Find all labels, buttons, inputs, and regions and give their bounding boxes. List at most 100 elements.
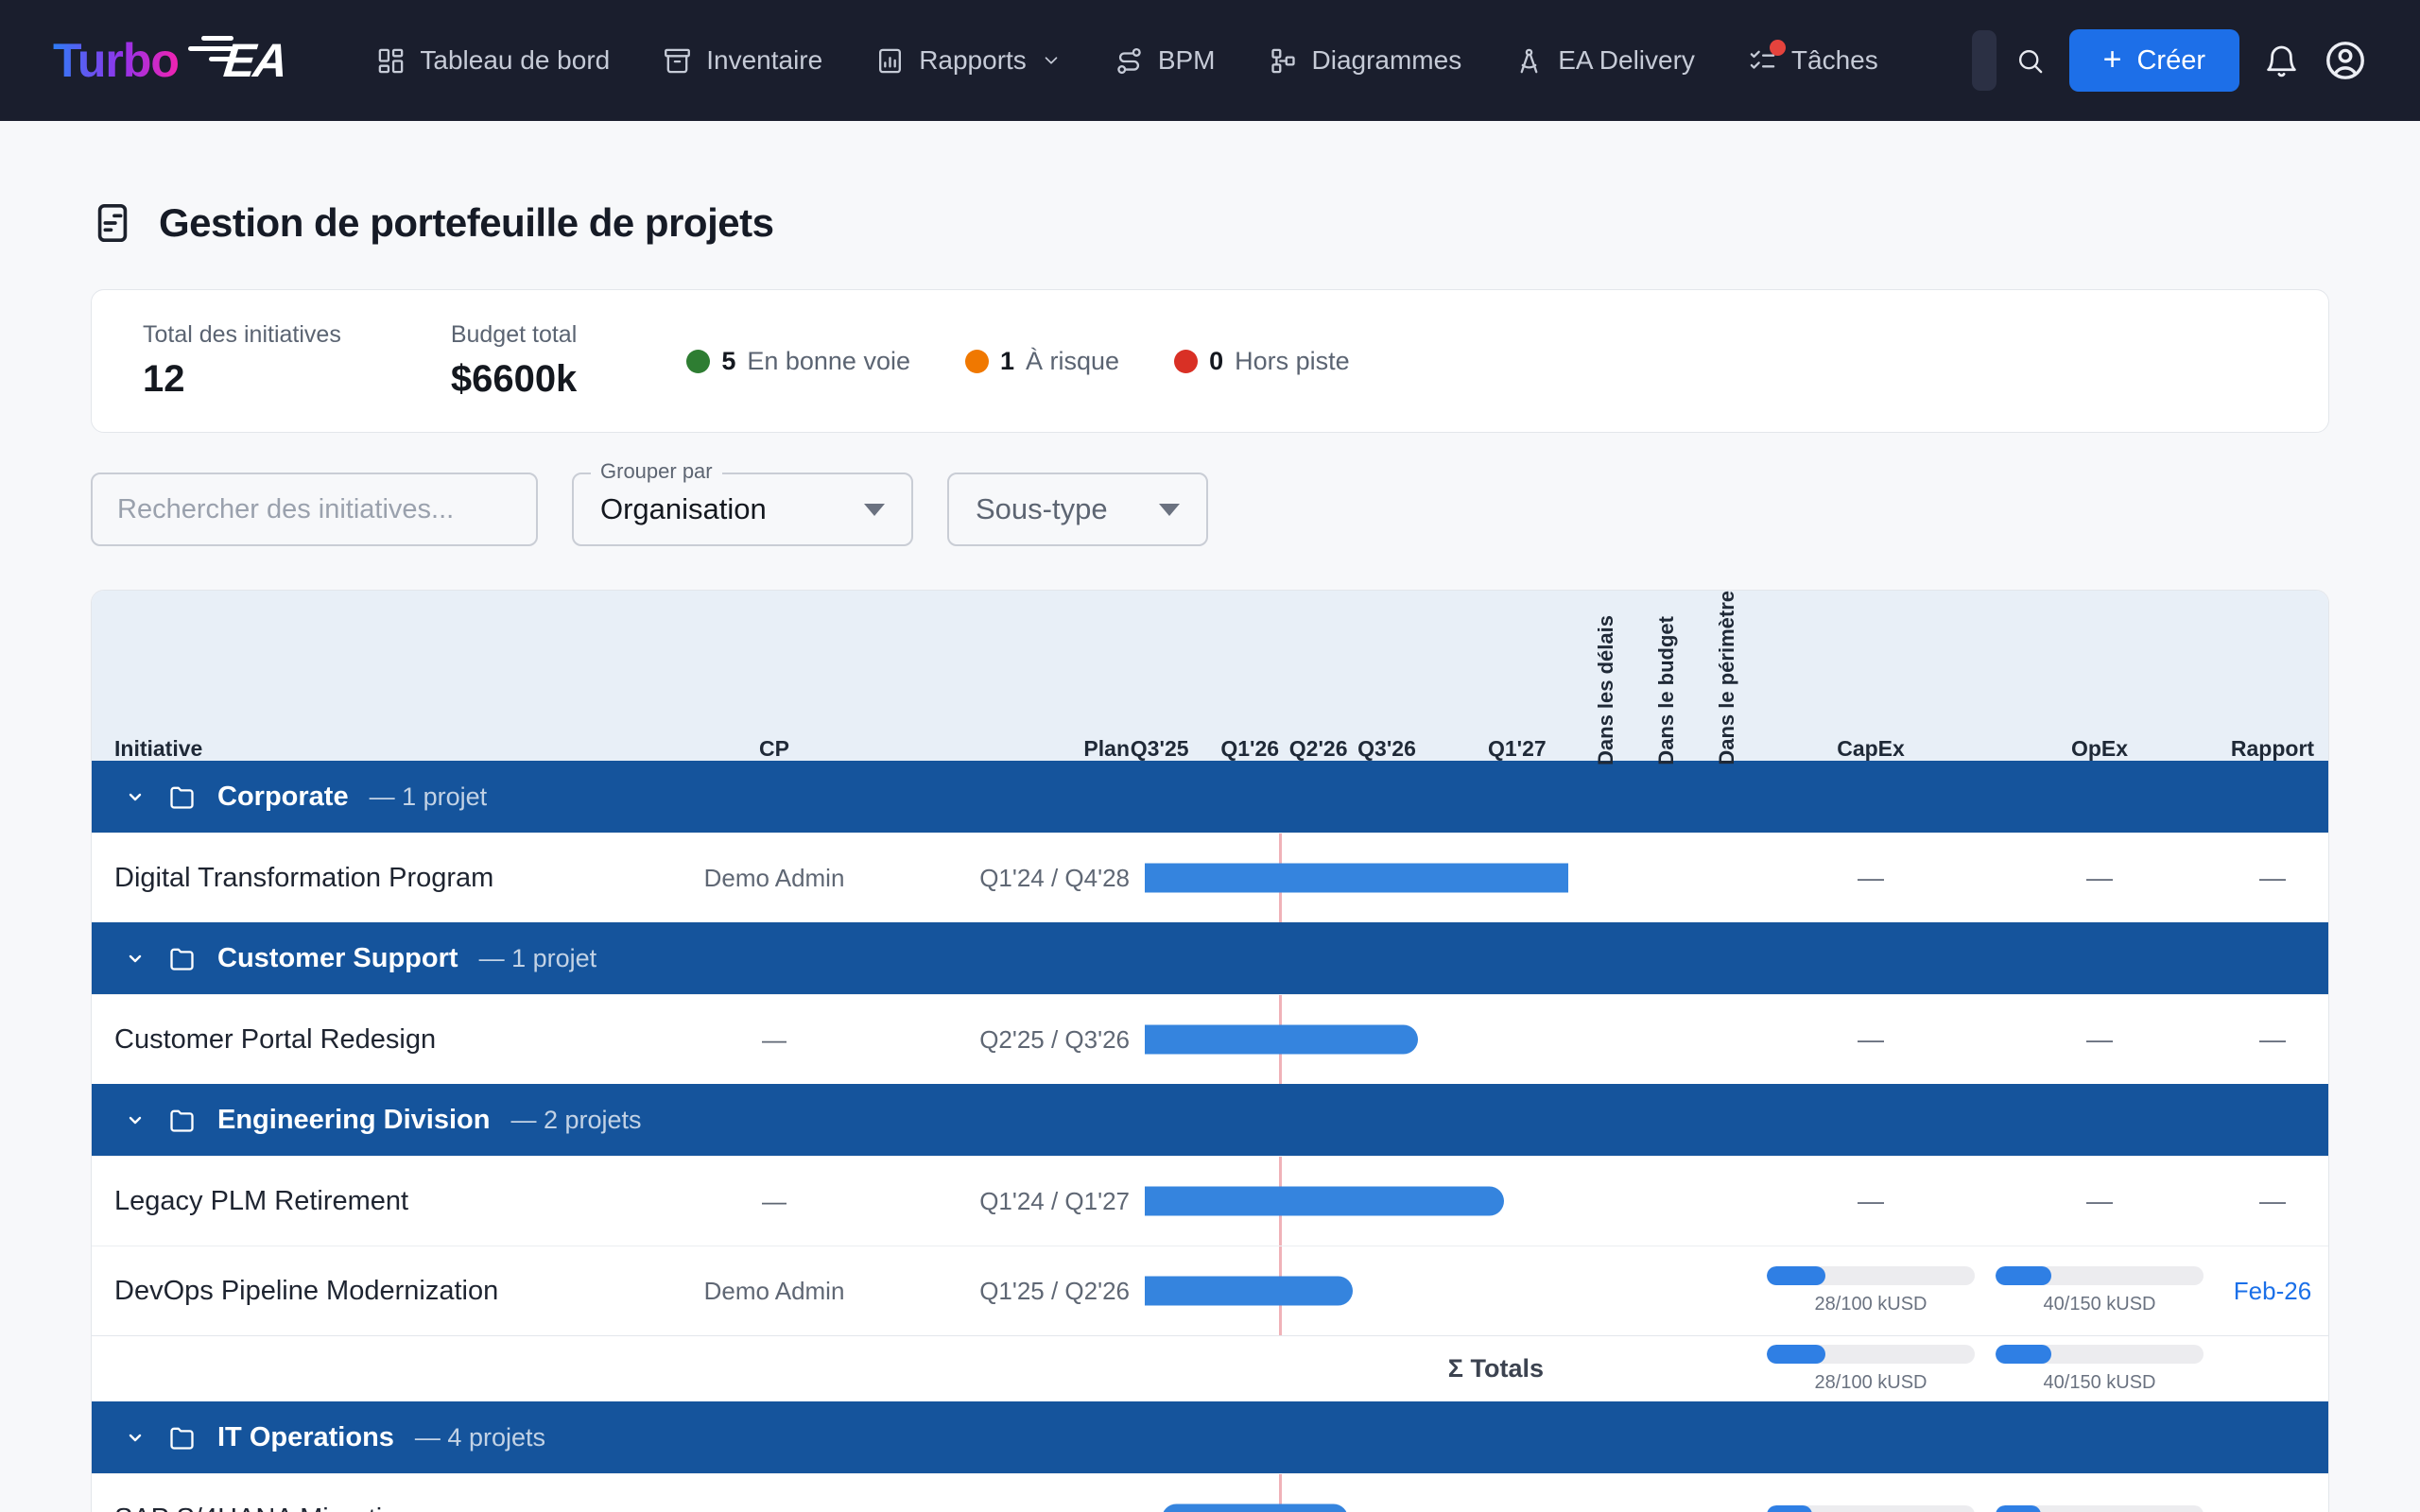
- chevron-down-icon: [129, 1116, 142, 1125]
- document-icon: [97, 203, 128, 243]
- red-dot-icon: [1174, 349, 1199, 373]
- group-row-it-operations[interactable]: IT Operations — 4 projets: [92, 1401, 2328, 1473]
- column-header-on-scope: Dans le périmètre: [1715, 591, 1738, 765]
- group-project-count: — 1 projet: [478, 943, 597, 972]
- capex-cell: —: [1858, 1186, 1884, 1215]
- search-initiatives-input[interactable]: [91, 472, 538, 546]
- rapport-date-link[interactable]: Feb-26: [2234, 1277, 2311, 1305]
- gantt-cell: [1145, 1157, 1568, 1246]
- chevron-down-icon: [129, 1434, 142, 1442]
- nav-item-ea-delivery[interactable]: EA Delivery: [1514, 45, 1695, 76]
- stat-value: 12: [143, 358, 185, 400]
- capex-progress-bar: [1767, 1504, 1975, 1512]
- legend-count: 0: [1209, 346, 1224, 375]
- initiative-name[interactable]: Legacy PLM Retirement: [92, 1186, 659, 1217]
- column-header-opex: OpEx: [2070, 735, 2129, 761]
- cp-cell: Demo Admin: [703, 1276, 845, 1305]
- green-dot-icon: [686, 349, 711, 373]
- gantt-cell: [1145, 1474, 1568, 1512]
- table-row: Legacy PLM Retirement — Q1'24 / Q1'27 — …: [92, 1156, 2328, 1246]
- nav-item-dashboard[interactable]: Tableau de bord: [376, 45, 610, 76]
- capex-amount: 28/100 kUSD: [1814, 1371, 1927, 1393]
- initiative-name[interactable]: Customer Portal Redesign: [92, 1024, 659, 1056]
- capex-cell: 28/100 kUSD: [1757, 1266, 1984, 1315]
- opex-cell: —: [2086, 863, 2113, 892]
- nav-item-diagrams[interactable]: Diagrammes: [1269, 45, 1461, 76]
- top-navbar: Turbo EA Tableau de bord Inventaire Rapp…: [0, 0, 2420, 121]
- account-icon[interactable]: [2324, 39, 2367, 82]
- nav-item-inventory[interactable]: Inventaire: [663, 45, 822, 76]
- tasks-icon: [1748, 39, 1786, 76]
- rapport-cell: —: [2259, 1024, 2286, 1054]
- page-header: Gestion de portefeuille de projets: [91, 200, 2329, 246]
- nav-item-reports[interactable]: Rapports: [875, 45, 1062, 76]
- legend-count: 5: [721, 346, 736, 375]
- table-row: SAP S/4HANA Migration: [92, 1473, 2328, 1512]
- nav-item-tasks[interactable]: Tâches: [1748, 39, 1878, 76]
- stat-total-budget: Budget total $6600k: [451, 321, 577, 401]
- plan-cell: Q1'24 / Q1'27: [979, 1186, 1130, 1215]
- cp-cell: Demo Admin: [703, 863, 845, 892]
- gantt-bar: [1145, 863, 1568, 893]
- column-header-cp: CP: [759, 735, 789, 761]
- legend-at-risk: 1 À risque: [964, 346, 1119, 376]
- gantt-cell: [1145, 995, 1568, 1084]
- totals-capex-cell: 28/100 kUSD: [1757, 1344, 1984, 1394]
- dropdown-arrow-icon: [1159, 503, 1180, 516]
- plan-cell: Q1'24 / Q4'28: [979, 863, 1130, 892]
- app-logo[interactable]: Turbo EA: [53, 33, 288, 88]
- logo-text-turbo: Turbo: [53, 34, 180, 87]
- diagrams-icon: [1269, 46, 1298, 76]
- nav-item-bpm[interactable]: BPM: [1115, 45, 1216, 76]
- rapport-cell: —: [2259, 863, 2286, 892]
- table-header-row: Initiative CP Plan Q3'25 Q1'26 Q2'26 Q3'…: [92, 591, 2328, 765]
- plan-cell: Q1'25 / Q2'26: [979, 1276, 1130, 1305]
- search-icon[interactable]: [2015, 46, 2045, 76]
- table-row: DevOps Pipeline Modernization Demo Admin…: [92, 1246, 2328, 1335]
- stat-value: $6600k: [450, 358, 578, 400]
- timeline-axis: Q3'25 Q1'26 Q2'26 Q3'26 Q1'27: [1131, 591, 1576, 779]
- create-button[interactable]: + Créer: [2068, 29, 2239, 92]
- navbar-right-cluster: + Créer: [1971, 29, 2367, 92]
- gantt-bar: [1161, 1503, 1349, 1512]
- nav-label: Rapports: [919, 45, 1027, 75]
- totals-label: Σ Totals: [1447, 1354, 1544, 1383]
- gantt-cell: [1145, 833, 1568, 922]
- group-name: Customer Support: [217, 942, 458, 973]
- stat-total-initiatives: Total des initiatives 12: [143, 321, 341, 401]
- legend-count: 1: [999, 346, 1015, 375]
- column-header-plan: Plan: [1083, 735, 1130, 761]
- quarter-tick: Q1'26: [1220, 735, 1280, 761]
- opex-cell: —: [2086, 1024, 2113, 1054]
- group-row-customer-support[interactable]: Customer Support — 1 projet: [92, 922, 2328, 994]
- quarter-tick: Q1'27: [1487, 735, 1547, 761]
- stat-label: Total des initiatives: [143, 321, 341, 348]
- page-title: Gestion de portefeuille de projets: [159, 200, 774, 245]
- legend-on-track: 5 En bonne voie: [686, 347, 910, 376]
- legend-label: Hors piste: [1235, 346, 1350, 375]
- legend-off-track: 0 Hors piste: [1174, 347, 1350, 376]
- group-row-engineering-division[interactable]: Engineering Division — 2 projets: [92, 1084, 2328, 1156]
- search-field-collapsed[interactable]: [1971, 30, 1996, 91]
- logo-text-ea: EA: [220, 34, 289, 87]
- subtype-value: Sous-type: [976, 492, 1108, 525]
- group-name: Engineering Division: [217, 1104, 491, 1135]
- initiative-name[interactable]: DevOps Pipeline Modernization: [92, 1276, 659, 1307]
- initiative-name[interactable]: Digital Transformation Program: [92, 863, 659, 894]
- group-by-value: Organisation: [600, 492, 767, 525]
- create-button-label: Créer: [2136, 44, 2205, 76]
- group-name: Corporate: [217, 781, 349, 812]
- dropdown-arrow-icon: [864, 503, 885, 516]
- column-header-on-time: Dans les délais: [1594, 614, 1617, 765]
- cp-cell: —: [762, 1024, 786, 1054]
- notifications-bell-icon[interactable]: [2264, 43, 2299, 78]
- bpm-icon: [1115, 46, 1144, 76]
- legend-label: En bonne voie: [747, 346, 910, 375]
- group-project-count: — 4 projets: [414, 1422, 545, 1452]
- folder-icon: [170, 786, 194, 809]
- initiative-name[interactable]: SAP S/4HANA Migration: [92, 1503, 659, 1512]
- group-by-select[interactable]: Grouper par Organisation: [572, 459, 913, 546]
- folder-icon: [170, 1427, 194, 1450]
- quarter-tick: Q2'26: [1288, 735, 1348, 761]
- subtype-select[interactable]: Sous-type: [947, 472, 1208, 546]
